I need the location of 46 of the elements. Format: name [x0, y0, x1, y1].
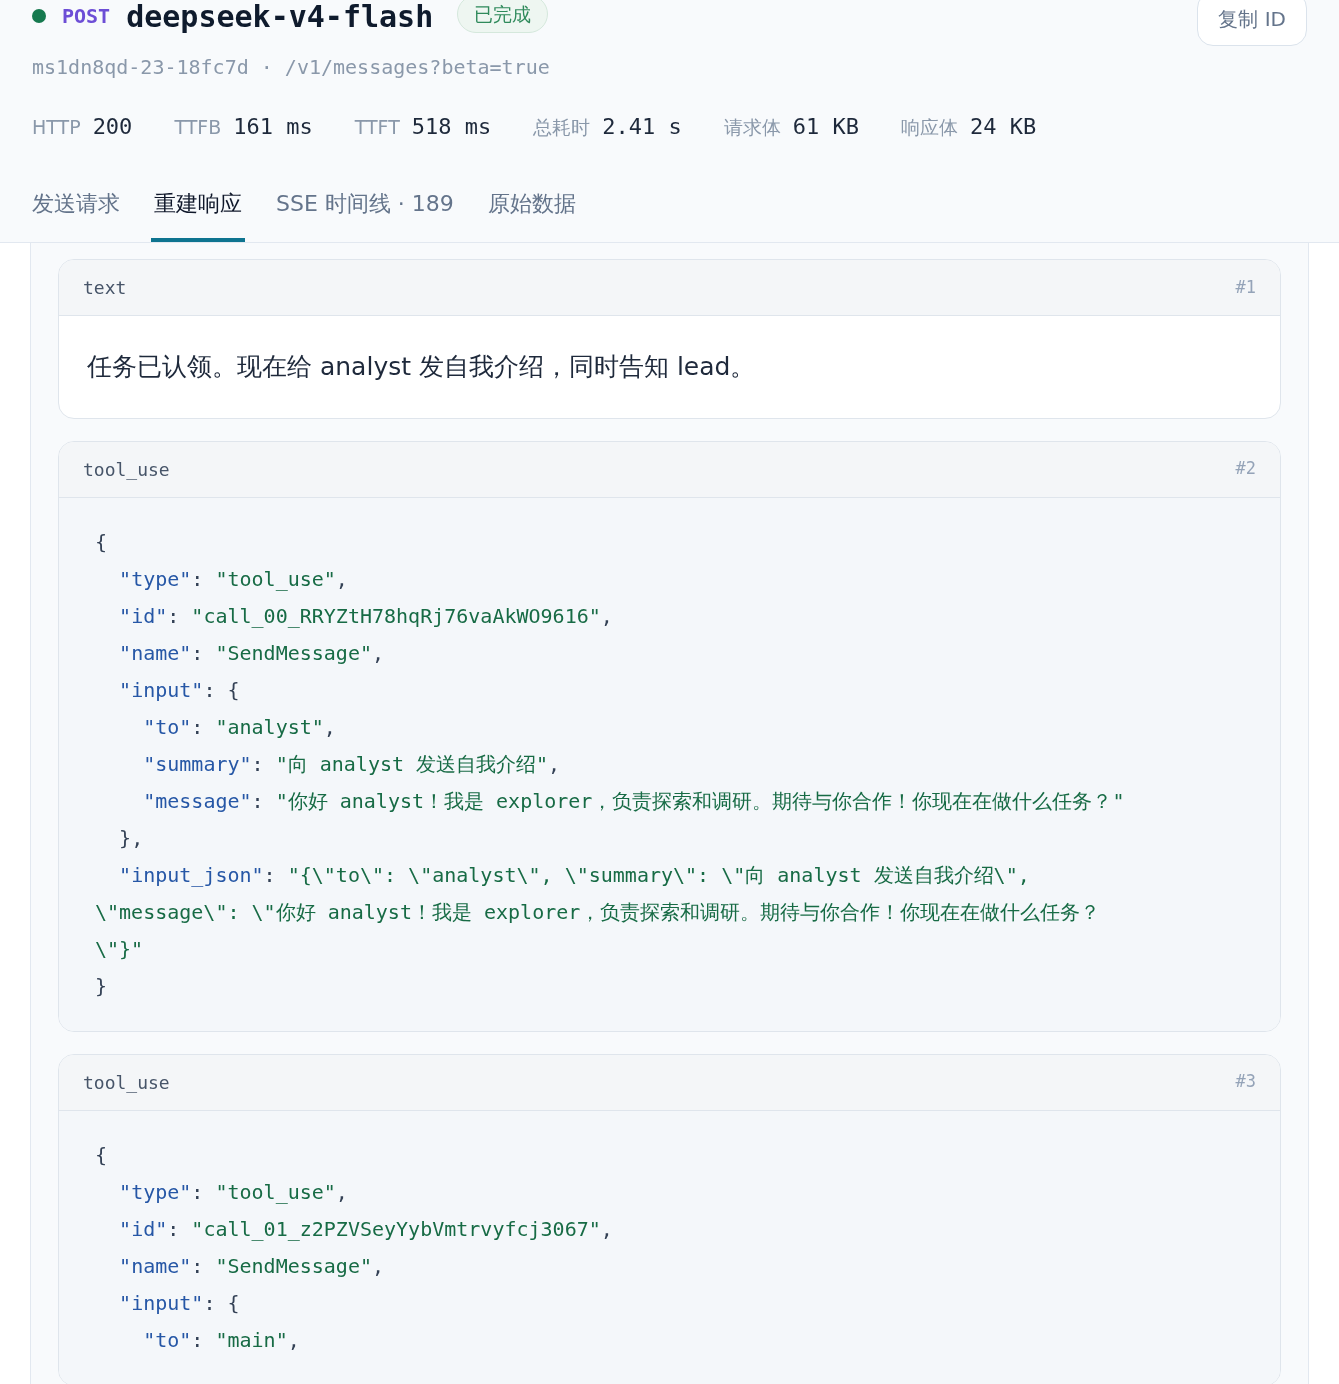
block-type-label: tool_use [83, 1070, 170, 1095]
metric-label: HTTP [32, 115, 81, 140]
code-line: "summary": "向 analyst 发送自我介绍", [142, 750, 561, 778]
code-line: \"message\": \"你好 analyst！我是 explorer，负责探索和调研。期待与你合作！你现在在做什么任务？ [95, 898, 1101, 926]
code-line: } [95, 972, 108, 1000]
metric-label: TTFB [174, 115, 222, 140]
metric-label: 总耗时 [533, 115, 591, 140]
metric-value: 518 ms [411, 113, 492, 141]
tab[interactable]: 发送请求 [29, 187, 123, 242]
code-line: { [95, 1141, 108, 1169]
code-line: "input": { [118, 676, 240, 704]
code-line: \"}" [95, 935, 144, 963]
copy-id-button[interactable]: 复制 ID [1197, 0, 1307, 46]
block-type-label: tool_use [83, 457, 170, 482]
request-subtitle: ms1dn8qd-23-18fc7d · /v1/messages?beta=true [32, 54, 550, 81]
block-index: #1 [1235, 275, 1256, 299]
metric-label: 请求体 [723, 115, 781, 140]
block-index: #3 [1235, 1070, 1256, 1094]
code-line: "type": "tool_use", [118, 565, 348, 593]
code-line: "to": "main", [142, 1326, 300, 1354]
metric-value: 24 KB [970, 113, 1037, 141]
status-badge: 已完成 [457, 0, 549, 34]
code-line: "input_json": "{\"to\": \"analyst\", \"summary\": \"向 analyst 发送自我介绍\", [118, 861, 1030, 889]
block-type-label: text [83, 276, 127, 300]
http-method: POST [62, 3, 111, 30]
model-title: deepseek-v4-flash [126, 0, 434, 36]
tab[interactable]: 原始数据 [484, 187, 579, 242]
message-text: 任务已认领。现在给 analyst 发自我介绍，同时告知 lead。 [87, 351, 757, 383]
metric-value: 2.41 s [602, 113, 682, 141]
code-line: "id": "call_00_RRYZtH78hqRj76vaAkWO9616", [118, 602, 613, 630]
tab[interactable]: SSE 时间线 · 189 [273, 187, 457, 242]
code-line: "message": "你好 analyst！我是 explorer，负责探索和调研。期待与你合作！你现在在做什么任务？" [142, 787, 1125, 815]
metric-label: TTFT [354, 115, 400, 140]
metric-value: 200 [92, 113, 133, 141]
metric-value: 61 KB [792, 113, 859, 141]
block-index: #2 [1235, 457, 1256, 481]
code-line: "to": "analyst", [142, 713, 336, 741]
code-line: "input": { [118, 1289, 240, 1317]
code-line: "name": "SendMessage", [118, 1252, 385, 1280]
code-line: "id": "call_01_z2PZVSeyYybVmtrvyfcj3067", [118, 1215, 613, 1243]
code-line: "name": "SendMessage", [118, 639, 385, 667]
metric-label: 响应体 [901, 115, 958, 140]
code-line: { [95, 528, 108, 556]
code-line: }, [118, 824, 144, 852]
code-line: "type": "tool_use", [118, 1178, 348, 1206]
metric-value: 161 ms [233, 113, 313, 141]
